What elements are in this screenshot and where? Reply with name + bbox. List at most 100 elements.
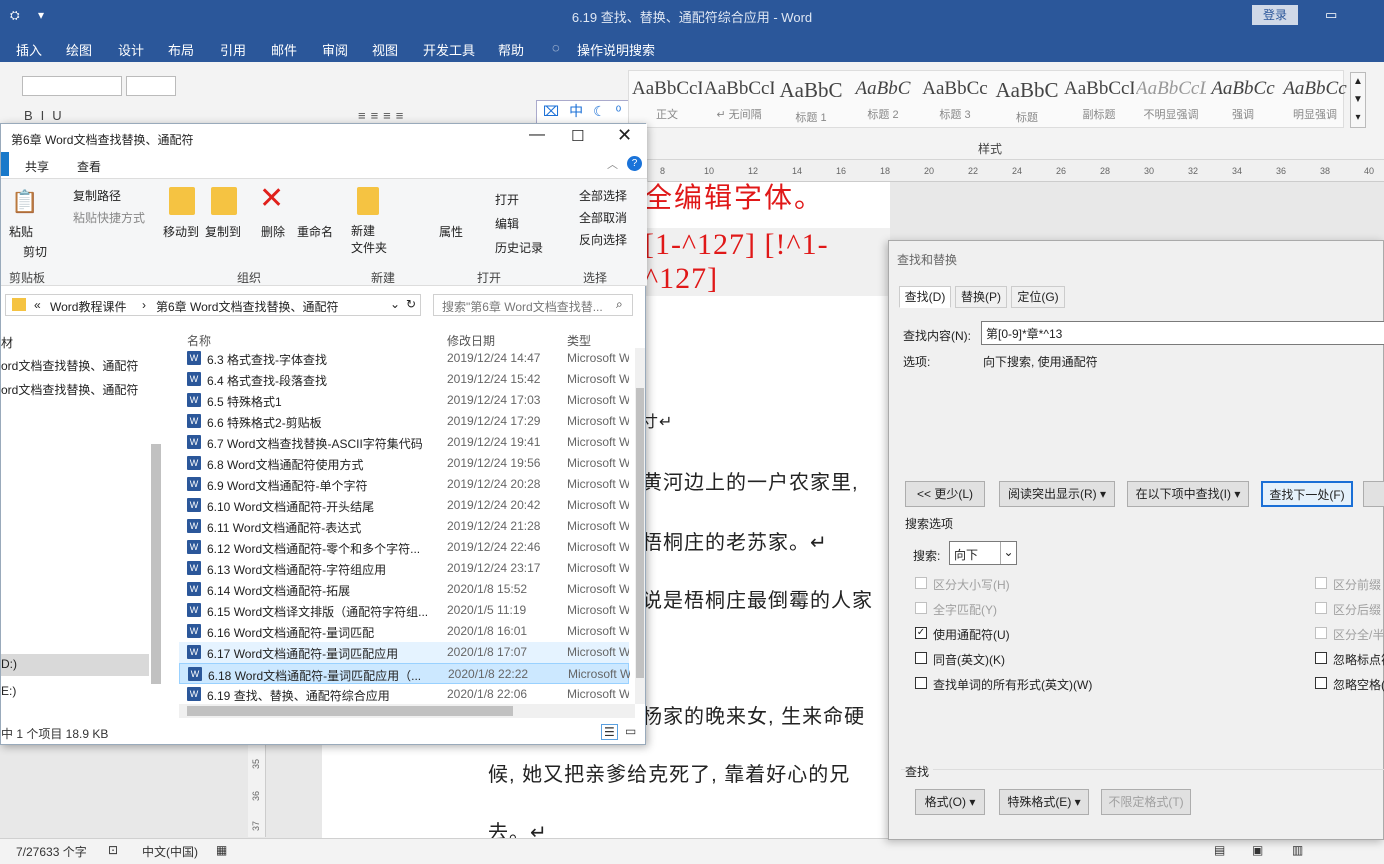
checkbox[interactable]: ✓ [915,627,927,639]
minimize-icon[interactable]: — [529,126,545,144]
file-row[interactable]: W 6.9 Word文档通配符-单个字符 2019/12/24 20:28 Micro… [179,474,629,495]
file-row[interactable]: W 6.11 Word文档通配符-表达式 2019/12/24 21:28 Micro… [179,516,629,537]
tab-layout[interactable]: 布局 [168,40,194,59]
checkbox[interactable] [915,677,927,689]
file-row[interactable]: W 6.12 Word文档通配符-零个和多个字符... 2019/12/24 22:… [179,537,629,558]
tab-goto[interactable]: 定位(G) [1011,286,1065,308]
column-name[interactable]: 名称 [187,332,211,349]
tab-share[interactable]: 共享 [25,158,49,175]
nav-item-selected[interactable]: D:) [1,654,149,676]
new-folder-icon[interactable] [357,187,379,215]
tab-view[interactable]: 视图 [372,40,398,59]
file-row[interactable]: W 6.17 Word文档通配符-量词匹配应用 2020/1/8 17:07 Micr… [179,642,629,663]
less-button[interactable]: << 更少(L) [905,481,985,507]
style-item[interactable]: AaBbC 标题 1 [776,72,846,126]
tab-review[interactable]: 审阅 [322,40,348,59]
file-row[interactable]: W 6.7 Word文档查找替换-ASCII字符集代码 2019/12/24 19:… [179,432,629,453]
format-button[interactable]: 格式(O) ▾ [915,789,985,815]
checkbox[interactable] [1315,677,1327,689]
search-icon[interactable]: ⌕ [616,297,623,312]
refresh-icon[interactable]: ↻ [406,297,416,311]
checkbox-label[interactable]: 忽略空格( [1333,676,1384,693]
login-button[interactable]: 登录 [1252,5,1298,25]
properties-button[interactable]: 属性 [439,223,463,240]
column-type[interactable]: 类型 [567,332,591,349]
tab-insert[interactable]: 插入 [16,40,42,59]
checkbox[interactable] [915,602,927,614]
nav-scrollbar[interactable] [151,444,161,684]
file-row[interactable]: W 6.4 格式查找-段落查找 2019/12/24 15:42 Microsoft … [179,369,629,390]
copy-to-button[interactable]: 复制到 [205,223,241,240]
find-what-input[interactable]: 第[0-9]*章*^13 [981,321,1384,345]
delete-icon[interactable]: ✕ [259,181,284,216]
tab-references[interactable]: 引用 [220,40,246,59]
checkbox-label[interactable]: 全字匹配(Y) [933,601,997,618]
new-folder-button[interactable]: 新建 文件夹 [351,223,387,257]
font-name-combo[interactable] [22,76,122,96]
tab-find[interactable]: 查找(D) [899,286,951,308]
breadcrumb-parent[interactable]: Word教程课件 [50,298,126,315]
dropdown-icon[interactable]: ⌄ [390,297,400,311]
maximize-icon[interactable]: ☐ [571,127,584,145]
reading-highlight-button[interactable]: 阅读突出显示(R) ▾ [999,481,1115,507]
file-row[interactable]: W 6.16 Word文档通配符-量词匹配 2020/1/8 16:01 Micros… [179,621,629,642]
select-none-button[interactable]: 全部取消 [579,209,627,226]
word-count[interactable]: 7/27633 个字 [16,843,87,860]
read-mode-icon[interactable]: ▤ [1214,843,1225,857]
explorer-search-input[interactable]: 搜索"第6章 Word文档查找替... ⌕ [433,294,633,316]
edit-button[interactable]: 编辑 [495,215,519,232]
checkbox[interactable] [915,652,927,664]
address-bar[interactable]: « Word教程课件 › 第6章 Word文档查找替换、通配符 ⌄ ↻ [5,294,421,316]
checkbox[interactable] [1315,652,1327,664]
copy-to-icon[interactable] [211,187,237,215]
checkbox-label[interactable]: 区分前缀 [1333,576,1381,593]
tell-me-search[interactable]: 操作说明搜索 [577,40,655,59]
invert-selection-button[interactable]: 反向选择 [579,231,627,248]
paste-shortcut-button[interactable]: 粘贴快捷方式 [73,209,145,226]
collapse-ribbon-icon[interactable]: ︿ [607,156,618,172]
history-button[interactable]: 历史记录 [495,239,543,256]
style-item[interactable]: AaBbCc 标题 3 [920,72,990,126]
checkbox[interactable] [1315,627,1327,639]
breadcrumb-current[interactable]: 第6章 Word文档查找替换、通配符 [156,298,338,315]
styles-scroll[interactable]: ▲ ▼ ▾ [1350,72,1366,128]
style-item[interactable]: AaBbCcD ↵ 无间隔 [704,72,774,126]
file-row[interactable]: W 6.6 特殊格式2-剪贴板 2019/12/24 17:29 Microsoft … [179,411,629,432]
tab-developer[interactable]: 开发工具 [423,40,475,59]
file-row[interactable]: W 6.15 Word文档译文排版（通配符字符组... 2020/1/5 11:19… [179,600,629,621]
horizontal-scrollbar[interactable] [179,704,635,718]
macro-icon[interactable]: ▦ [216,843,227,857]
file-tab[interactable] [1,152,9,176]
proofing-icon[interactable]: ⊡ [108,843,118,857]
select-all-button[interactable]: 全部选择 [579,187,627,204]
file-list-scrollbar[interactable] [635,348,645,704]
nav-item[interactable]: ord文档查找替换、通配符 [1,381,138,398]
file-row[interactable]: W 6.5 特殊格式1 2019/12/24 17:03 Microsoft Word [179,390,629,411]
tab-design[interactable]: 设计 [118,40,144,59]
language[interactable]: 中文(中国) [142,843,198,860]
no-formatting-button[interactable]: 不限定格式(T) [1101,789,1191,815]
rename-button[interactable]: 重命名 [297,223,333,240]
file-row[interactable]: W 6.18 Word文档通配符-量词匹配应用（... 2020/1/8 22:22… [179,663,630,684]
checkbox-label[interactable]: 区分后缀 [1333,601,1381,618]
file-row[interactable]: W 6.13 Word文档通配符-字符组应用 2019/12/24 23:17 Mic… [179,558,629,579]
breadcrumb-more[interactable]: « [34,298,41,312]
file-row[interactable]: W 6.19 查找、替换、通配符综合应用 2020/1/8 22:06 Microso… [179,684,629,704]
style-item[interactable]: AaBbCc 明显强调 [1280,72,1350,126]
tab-help[interactable]: 帮助 [498,40,524,59]
cut-button[interactable]: 剪切 [23,243,47,260]
tab-mailings[interactable]: 邮件 [271,40,297,59]
checkbox-label[interactable]: 区分全/半 [1333,626,1384,643]
copy-path-button[interactable]: 复制路径 [73,187,121,204]
web-layout-icon[interactable]: ▥ [1292,843,1303,857]
checkbox[interactable] [1315,577,1327,589]
format-buttons[interactable]: BIU [24,108,70,123]
style-item[interactable]: AaBbCcL 不明显强调 [1136,72,1206,126]
print-layout-icon[interactable]: ▣ [1252,843,1263,857]
file-row[interactable]: W 6.10 Word文档通配符-开头结尾 2019/12/24 20:42 Micr… [179,495,629,516]
move-to-button[interactable]: 移动到 [163,223,199,240]
paragraph-buttons[interactable]: ≡≡≡≡ [358,108,408,123]
cancel-button[interactable] [1363,481,1384,507]
font-size-combo[interactable] [126,76,176,96]
column-date[interactable]: 修改日期 [447,332,495,349]
